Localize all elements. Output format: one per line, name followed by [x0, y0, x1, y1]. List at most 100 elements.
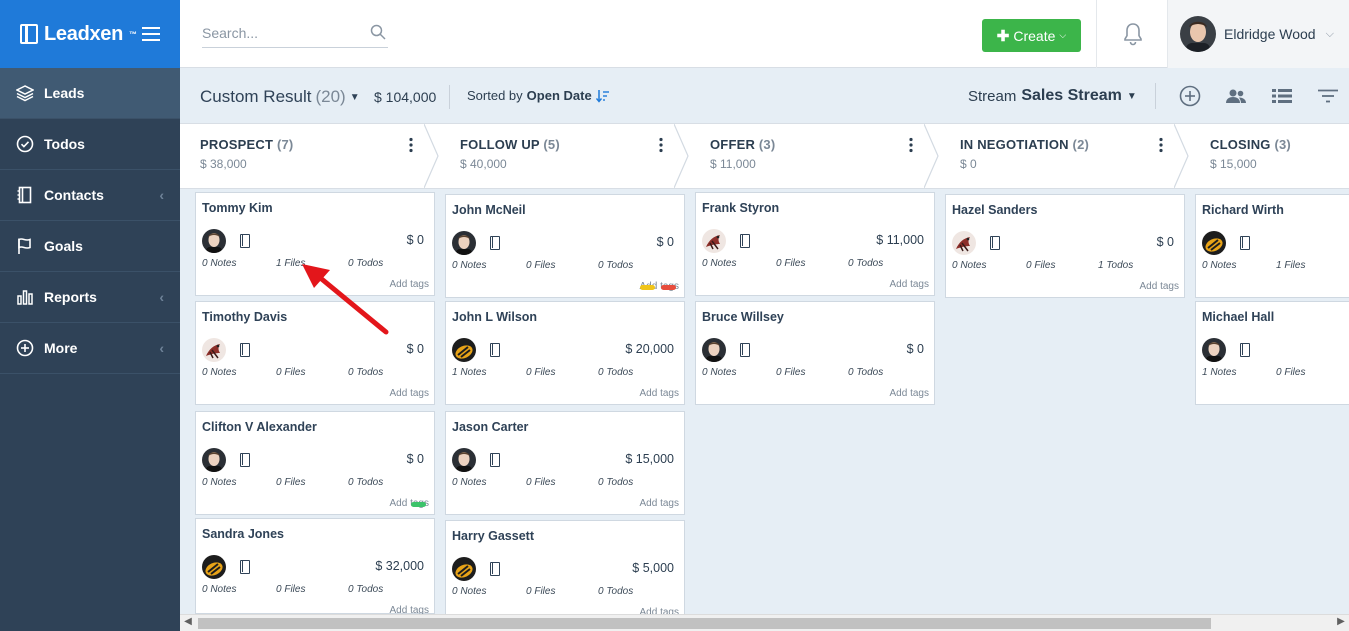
lead-card[interactable]: Richard Wirth0 Notes1 FilesAdd tags: [1195, 194, 1349, 298]
files-count[interactable]: 1 Files: [1276, 260, 1305, 271]
stage-menu-icon[interactable]: [408, 137, 414, 153]
owner-avatar[interactable]: [452, 557, 476, 581]
notes-count[interactable]: 0 Notes: [452, 260, 486, 271]
lead-name[interactable]: John L Wilson: [452, 310, 537, 324]
contact-book-icon[interactable]: [990, 236, 1000, 250]
owner-avatar[interactable]: [702, 338, 726, 362]
notes-count[interactable]: 0 Notes: [702, 367, 736, 378]
todos-count[interactable]: 1 Todos: [1098, 260, 1133, 271]
lead-name[interactable]: Timothy Davis: [202, 310, 287, 324]
todos-count[interactable]: 0 Todos: [598, 260, 633, 271]
result-selector[interactable]: Custom Result (20) ▼: [200, 87, 360, 107]
lead-card[interactable]: Hazel Sanders $ 0 0 Notes 0 Files 1 Todos Add…: [945, 194, 1185, 298]
todos-count[interactable]: 0 Todos: [348, 477, 383, 488]
sort-control[interactable]: Sorted by Open Date: [467, 88, 610, 103]
sidebar-item-reports[interactable]: Reports ‹: [0, 272, 180, 323]
lead-name[interactable]: Jason Carter: [452, 420, 528, 434]
notes-count[interactable]: 0 Notes: [952, 260, 986, 271]
todos-count[interactable]: 0 Todos: [348, 584, 383, 595]
contact-book-icon[interactable]: [1240, 236, 1250, 250]
add-tags-link[interactable]: Add tags: [890, 388, 929, 399]
sidebar-item-todos[interactable]: Todos: [0, 119, 180, 170]
lead-name[interactable]: Sandra Jones: [202, 527, 284, 541]
owner-avatar[interactable]: [452, 338, 476, 362]
owner-avatar[interactable]: [202, 555, 226, 579]
add-tags-link[interactable]: Add tags: [640, 498, 679, 509]
contact-book-icon[interactable]: [1240, 343, 1250, 357]
owner-avatar[interactable]: [202, 338, 226, 362]
create-button[interactable]: ✚ Create ⌵: [982, 19, 1081, 52]
lead-name[interactable]: Richard Wirth: [1202, 203, 1284, 217]
stream-selector[interactable]: Stream Sales Stream ▼: [968, 87, 1137, 105]
add-tags-link[interactable]: Add tags: [890, 279, 929, 290]
lead-card[interactable]: Jason Carter $ 15,000 0 Notes 0 Files 0 Todo…: [445, 411, 685, 515]
files-count[interactable]: 0 Files: [526, 260, 555, 271]
files-count[interactable]: 0 Files: [276, 367, 305, 378]
files-count[interactable]: 0 Files: [526, 586, 555, 597]
notes-count[interactable]: 0 Notes: [202, 258, 236, 269]
lead-card[interactable]: John L Wilson $ 20,000 1 Notes 0 Files 0 Tod…: [445, 301, 685, 405]
lead-name[interactable]: Michael Hall: [1202, 310, 1274, 324]
contact-book-icon[interactable]: [490, 453, 500, 467]
todos-count[interactable]: 0 Todos: [598, 586, 633, 597]
notes-count[interactable]: 0 Notes: [202, 367, 236, 378]
files-count[interactable]: 0 Files: [276, 584, 305, 595]
files-count[interactable]: 0 Files: [526, 477, 555, 488]
contact-book-icon[interactable]: [240, 453, 250, 467]
list-view-icon[interactable]: [1270, 84, 1294, 108]
todos-count[interactable]: 0 Todos: [598, 477, 633, 488]
files-count[interactable]: 0 Files: [776, 367, 805, 378]
add-tags-link[interactable]: Add tags: [1140, 281, 1179, 292]
notes-count[interactable]: 0 Notes: [1202, 260, 1236, 271]
owner-avatar[interactable]: [1202, 231, 1226, 255]
owner-avatar[interactable]: [452, 231, 476, 255]
lead-name[interactable]: Clifton V Alexander: [202, 420, 317, 434]
tag-color-bar[interactable]: [411, 502, 426, 507]
contact-book-icon[interactable]: [740, 343, 750, 357]
lead-name[interactable]: Hazel Sanders: [952, 203, 1037, 217]
files-count[interactable]: 0 Files: [776, 258, 805, 269]
search-input[interactable]: [202, 20, 362, 46]
lead-card[interactable]: John McNeil $ 00 Notes 0 Files 0 Todos Add t…: [445, 194, 685, 298]
contact-book-icon[interactable]: [240, 343, 250, 357]
owner-avatar[interactable]: [952, 231, 976, 255]
search-icon[interactable]: [370, 24, 386, 45]
contact-book-icon[interactable]: [490, 343, 500, 357]
sidebar-item-goals[interactable]: Goals: [0, 221, 180, 272]
horizontal-scrollbar[interactable]: ◀ ▶: [180, 614, 1349, 631]
add-lead-icon[interactable]: [1178, 84, 1202, 108]
scroll-left-icon[interactable]: ◀: [180, 616, 196, 627]
brand-logo[interactable]: Leadxen ™: [20, 23, 137, 46]
notes-count[interactable]: 0 Notes: [202, 477, 236, 488]
stage-menu-icon[interactable]: [1158, 137, 1164, 153]
lead-name[interactable]: Tommy Kim: [202, 201, 273, 215]
tag-color-bar[interactable]: [661, 285, 676, 290]
notes-count[interactable]: 0 Notes: [452, 477, 486, 488]
filter-icon[interactable]: [1316, 84, 1340, 108]
notes-count[interactable]: 1 Notes: [1202, 367, 1236, 378]
lead-card[interactable]: Sandra Jones $ 32,000 0 Notes 0 Files 0 Todo…: [195, 518, 435, 615]
todos-count[interactable]: 0 Todos: [848, 258, 883, 269]
lead-name[interactable]: Harry Gassett: [452, 529, 534, 543]
files-count[interactable]: 0 Files: [526, 367, 555, 378]
sidebar-item-more[interactable]: More ‹: [0, 323, 180, 374]
lead-name[interactable]: Frank Styron: [702, 201, 779, 215]
lead-name[interactable]: John McNeil: [452, 203, 526, 217]
notes-count[interactable]: 1 Notes: [452, 367, 486, 378]
notes-count[interactable]: 0 Notes: [702, 258, 736, 269]
add-tags-link[interactable]: Add tags: [390, 388, 429, 399]
stage-menu-icon[interactable]: [658, 137, 664, 153]
lead-card[interactable]: Clifton V Alexander $ 0 0 Notes 0 Files 0 To…: [195, 411, 435, 515]
notifications-button[interactable]: [1096, 0, 1168, 68]
owner-avatar[interactable]: [1202, 338, 1226, 362]
add-tags-link[interactable]: Add tags: [640, 388, 679, 399]
scroll-right-icon[interactable]: ▶: [1333, 616, 1349, 627]
contact-book-icon[interactable]: [490, 236, 500, 250]
contact-book-icon[interactable]: [490, 562, 500, 576]
todos-count[interactable]: 0 Todos: [348, 367, 383, 378]
scrollbar-thumb[interactable]: [198, 618, 1211, 629]
contact-book-icon[interactable]: [240, 234, 250, 248]
lead-card[interactable]: Michael Hall1 Notes0 FilesAdd tags: [1195, 301, 1349, 405]
files-count[interactable]: 0 Files: [276, 477, 305, 488]
todos-count[interactable]: 0 Todos: [848, 367, 883, 378]
